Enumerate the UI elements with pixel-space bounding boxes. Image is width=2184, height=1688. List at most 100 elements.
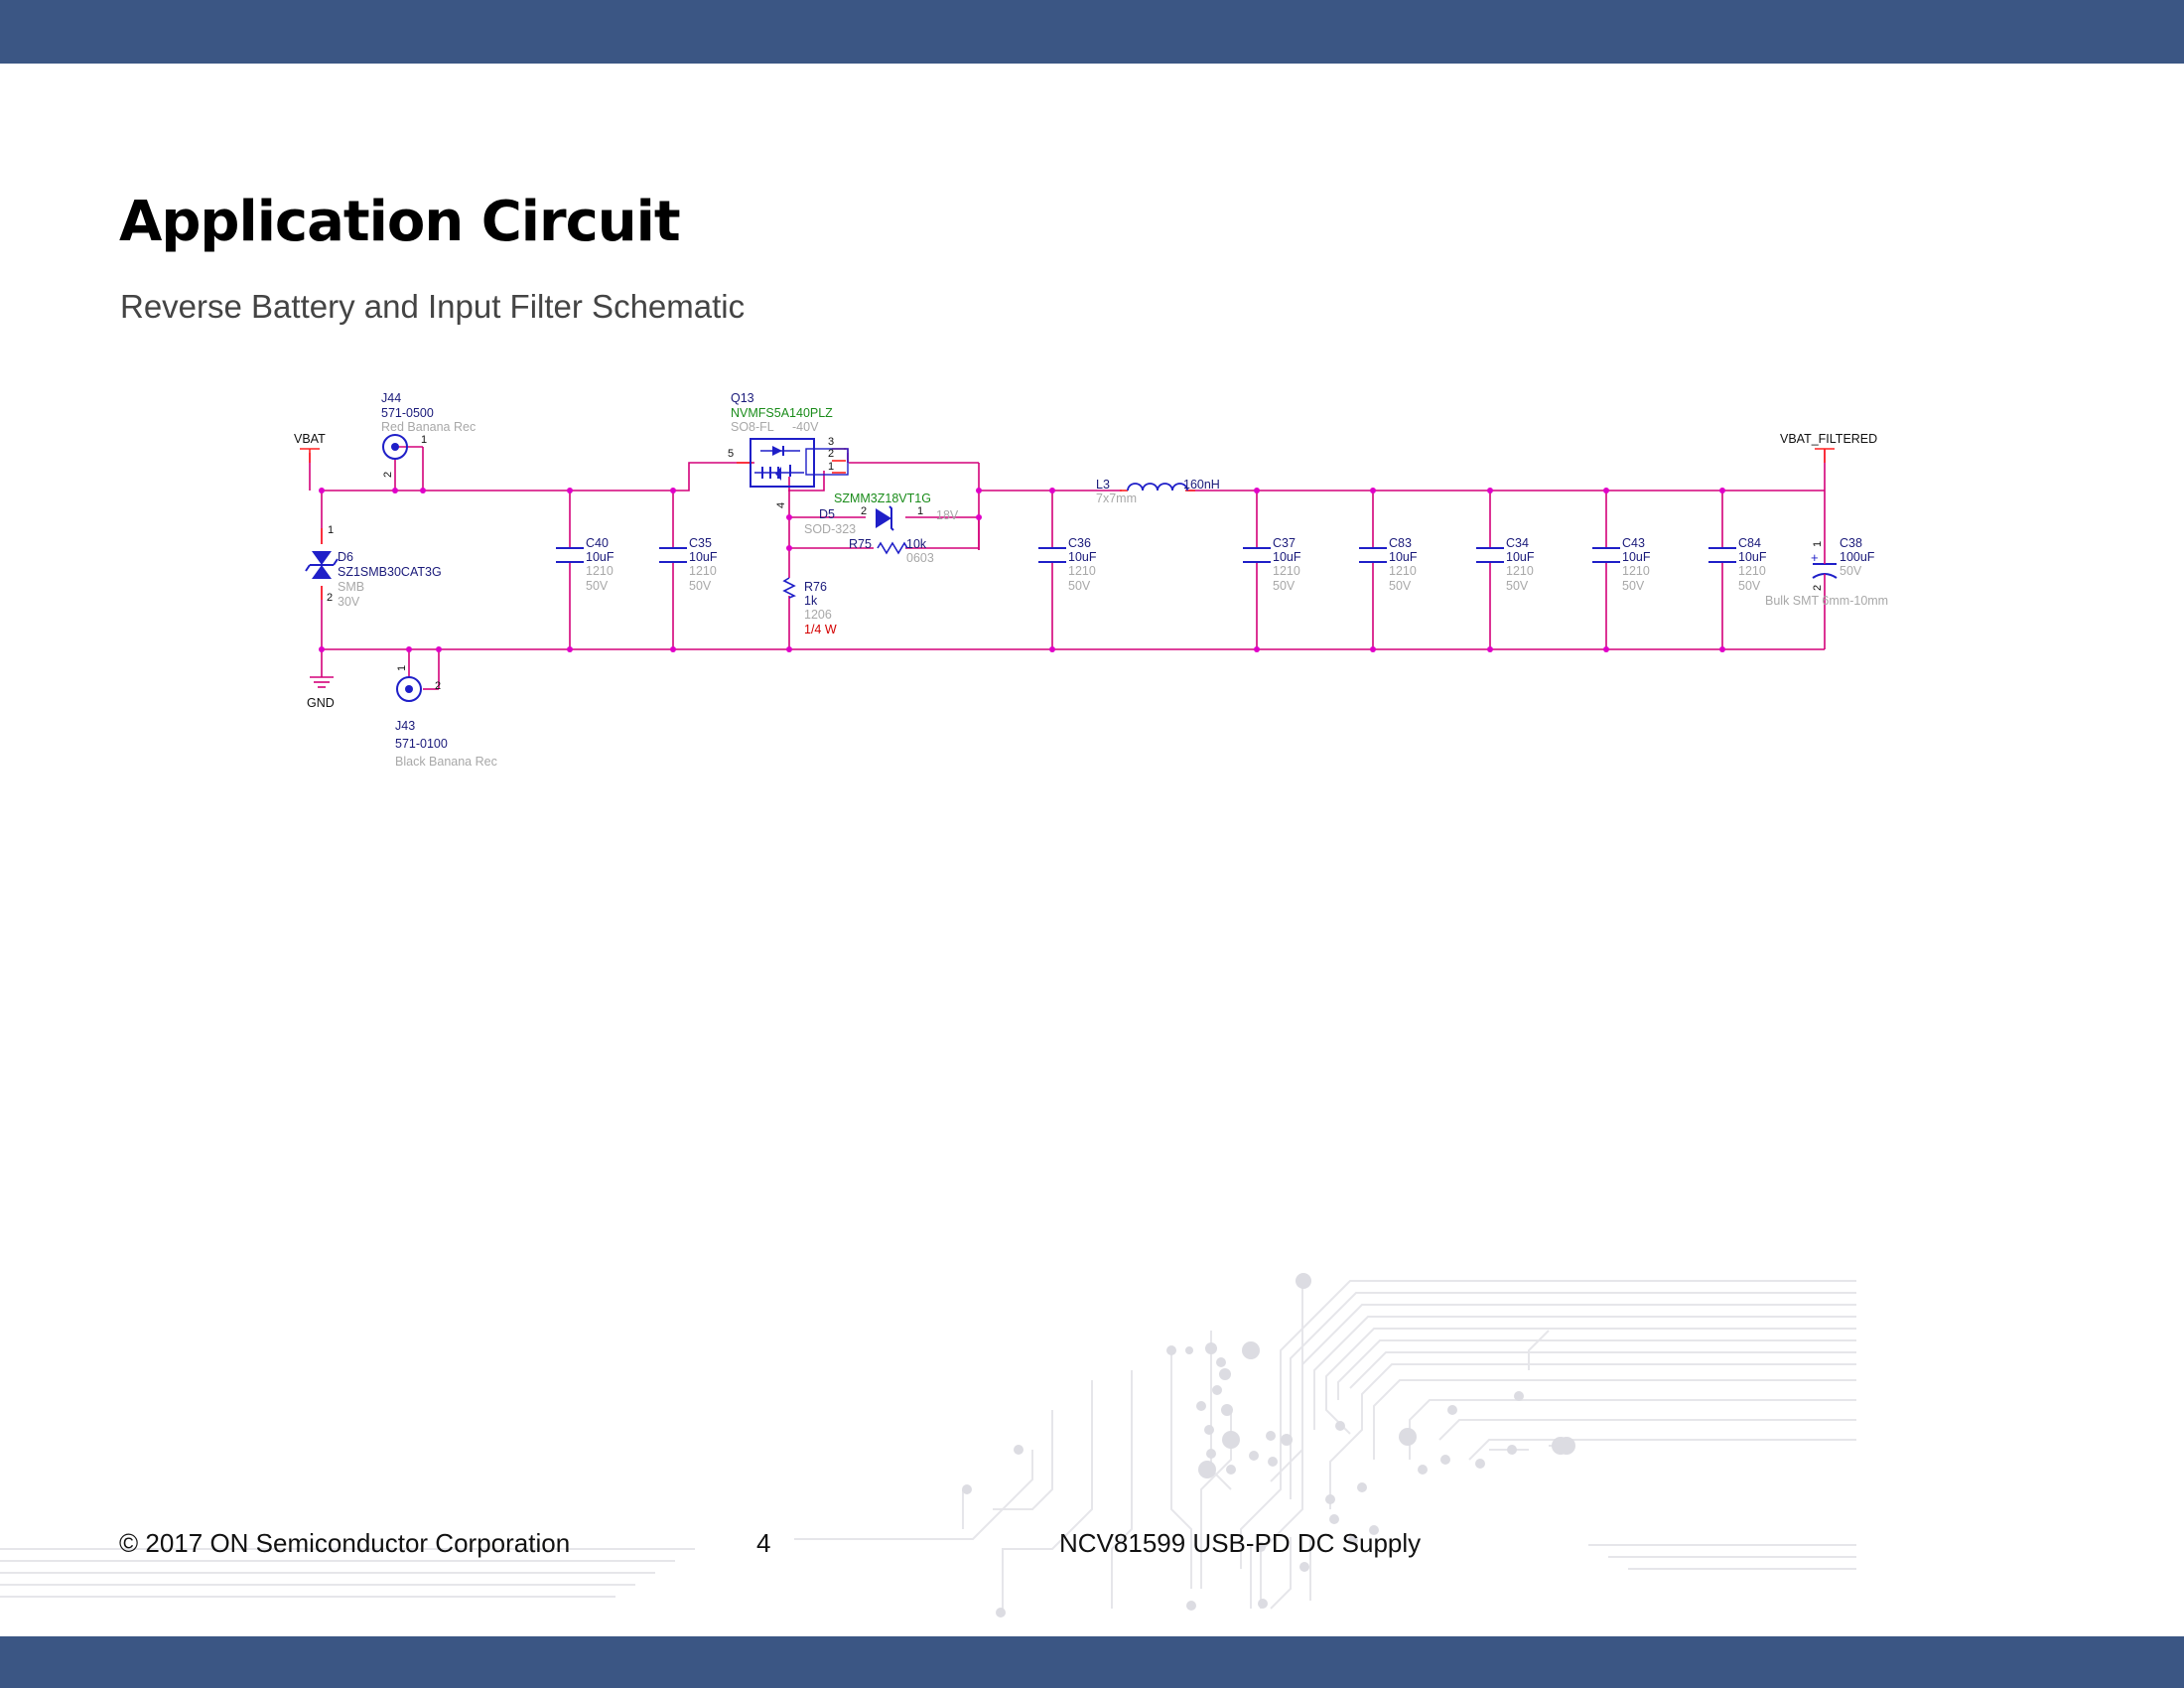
q13-rating: -40V — [792, 420, 819, 434]
j44-pin2: 2 — [382, 472, 394, 478]
r75-package: 0603 — [906, 551, 934, 565]
capacitor-c36: C3610uF121050V — [1038, 536, 1097, 593]
footer-copyright: © 2017 ON Semiconductor Corporation — [119, 1528, 571, 1558]
capacitor-c34: C3410uF121050V — [1476, 536, 1535, 593]
j44-pin1: 1 — [421, 434, 427, 446]
d5-ref: D5 — [819, 507, 835, 521]
d5-zener-diode: SZMM3Z18VT1G 2 1 18V D5 SOD-323 — [804, 492, 959, 536]
gnd-symbol: GND — [307, 676, 335, 710]
d6-rating: 30V — [338, 595, 360, 609]
footer-product-name: NCV81599 USB-PD DC Supply — [1059, 1528, 1422, 1558]
l3-inductor: L3 160nH 7x7mm — [1096, 478, 1220, 505]
capacitor-c37: C3710uF121050V — [1243, 536, 1301, 593]
d5-part: SZMM3Z18VT1G — [834, 492, 931, 505]
capacitor-voltage: 50V — [1068, 579, 1091, 593]
j44-value: 571-0500 — [381, 406, 434, 420]
capacitor-voltage: 50V — [689, 579, 712, 593]
l3-ref: L3 — [1096, 478, 1110, 492]
q13-pin2: 2 — [828, 448, 834, 460]
j44-ref: J44 — [381, 391, 401, 405]
q13-package: SO8-FL — [731, 420, 774, 434]
q13-pin4: 4 — [775, 502, 787, 508]
capacitor-voltage: 50V — [1622, 579, 1645, 593]
capacitor-voltage: 50V — [1273, 579, 1296, 593]
d5-package: SOD-323 — [804, 522, 856, 536]
r76-power: 1/4 W — [804, 623, 837, 636]
j44-desc: Red Banana Rec — [381, 420, 476, 434]
capacitor-voltage: 50V — [1389, 579, 1412, 593]
capacitor-voltage: 50V — [1506, 579, 1529, 593]
r75-value: 10k — [906, 537, 927, 551]
c38-pin1: 1 — [1812, 541, 1824, 547]
capacitor-ref: C37 — [1273, 536, 1296, 550]
c38-package: Bulk SMT 6mm-10mm — [1765, 594, 1888, 608]
capacitor-voltage: 50V — [586, 579, 609, 593]
capacitor-package: 1210 — [1738, 564, 1766, 578]
wires — [309, 446, 1826, 690]
net-label-gnd: GND — [307, 696, 335, 710]
c38-polarity: + — [1811, 550, 1819, 565]
capacitor-ref: C40 — [586, 536, 609, 550]
capacitor-c40: C4010uF121050V — [556, 536, 614, 593]
q13-pin3: 3 — [828, 436, 834, 448]
j43-pin2: 2 — [435, 680, 441, 692]
j43-connector: 1 2 J43 571-0100 Black Banana Rec — [395, 665, 497, 769]
r76-package: 1206 — [804, 608, 832, 622]
capacitor-ref: C43 — [1622, 536, 1645, 550]
d5-pin2: 2 — [861, 505, 867, 517]
q13-pin5: 5 — [728, 448, 734, 460]
capacitor-value: 10uF — [1738, 550, 1767, 564]
c38-voltage: 50V — [1840, 564, 1862, 578]
r76-resistor: R76 1k 1206 1/4 W — [782, 577, 837, 636]
capacitor-package: 1210 — [1273, 564, 1300, 578]
schematic-diagram: VBAT VBAT_FILTERED GND J44 571-0500 Red … — [294, 391, 1888, 769]
l3-value: 160nH — [1183, 478, 1220, 492]
c38-electrolytic-capacitor: + 1 2 C38 100uF 50V Bulk SMT 6mm-10mm — [1765, 536, 1888, 608]
ceramic-capacitors: C4010uF121050VC3510uF121050VC3610uF12105… — [556, 536, 1767, 593]
capacitor-c35: C3510uF121050V — [659, 536, 718, 593]
capacitor-c43: C4310uF121050V — [1592, 536, 1651, 593]
capacitor-c84: C8410uF121050V — [1708, 536, 1767, 593]
q13-part: NVMFS5A140PLZ — [731, 406, 833, 420]
j43-desc: Black Banana Rec — [395, 755, 497, 769]
l3-size: 7x7mm — [1096, 492, 1137, 505]
capacitor-c83: C8310uF121050V — [1359, 536, 1418, 593]
capacitor-value: 10uF — [1622, 550, 1651, 564]
q13-mosfet: Q13 NVMFS5A140PLZ SO8-FL -40V 3 2 1 5 4 — [728, 391, 849, 508]
j43-value: 571-0100 — [395, 737, 448, 751]
r75-resistor: R75 10k 0603 — [849, 537, 934, 565]
d5-rating: 18V — [936, 508, 959, 522]
d6-part: SZ1SMB30CAT3G — [338, 565, 442, 579]
r75-ref: R75 — [849, 537, 872, 551]
capacitor-package: 1210 — [586, 564, 614, 578]
d6-tvs-diode: 1 2 D6 SZ1SMB30CAT3G SMB 30V — [305, 524, 442, 609]
capacitor-value: 10uF — [1389, 550, 1418, 564]
capacitor-ref: C84 — [1738, 536, 1761, 550]
capacitor-ref: C34 — [1506, 536, 1529, 550]
capacitor-value: 10uF — [1273, 550, 1301, 564]
capacitor-package: 1210 — [1068, 564, 1096, 578]
q13-pin1: 1 — [828, 461, 834, 473]
d6-pin1: 1 — [328, 524, 334, 536]
capacitor-package: 1210 — [1506, 564, 1534, 578]
q13-ref: Q13 — [731, 391, 754, 405]
d6-package: SMB — [338, 580, 364, 594]
c38-pin2: 2 — [1812, 585, 1824, 591]
capacitor-package: 1210 — [1622, 564, 1650, 578]
capacitor-value: 10uF — [1068, 550, 1097, 564]
capacitor-package: 1210 — [689, 564, 717, 578]
j43-ref: J43 — [395, 719, 415, 733]
net-vbat: VBAT — [294, 432, 326, 450]
net-vbat-filtered: VBAT_FILTERED — [1780, 432, 1877, 450]
r76-value: 1k — [804, 594, 818, 608]
capacitor-ref: C36 — [1068, 536, 1091, 550]
capacitor-ref: C35 — [689, 536, 712, 550]
capacitor-package: 1210 — [1389, 564, 1417, 578]
capacitor-voltage: 50V — [1738, 579, 1761, 593]
capacitor-ref: C83 — [1389, 536, 1412, 550]
capacitor-value: 10uF — [586, 550, 614, 564]
c38-value: 100uF — [1840, 550, 1875, 564]
wire-stubs — [309, 448, 1826, 600]
j43-pin1: 1 — [396, 665, 408, 671]
capacitor-value: 10uF — [689, 550, 718, 564]
